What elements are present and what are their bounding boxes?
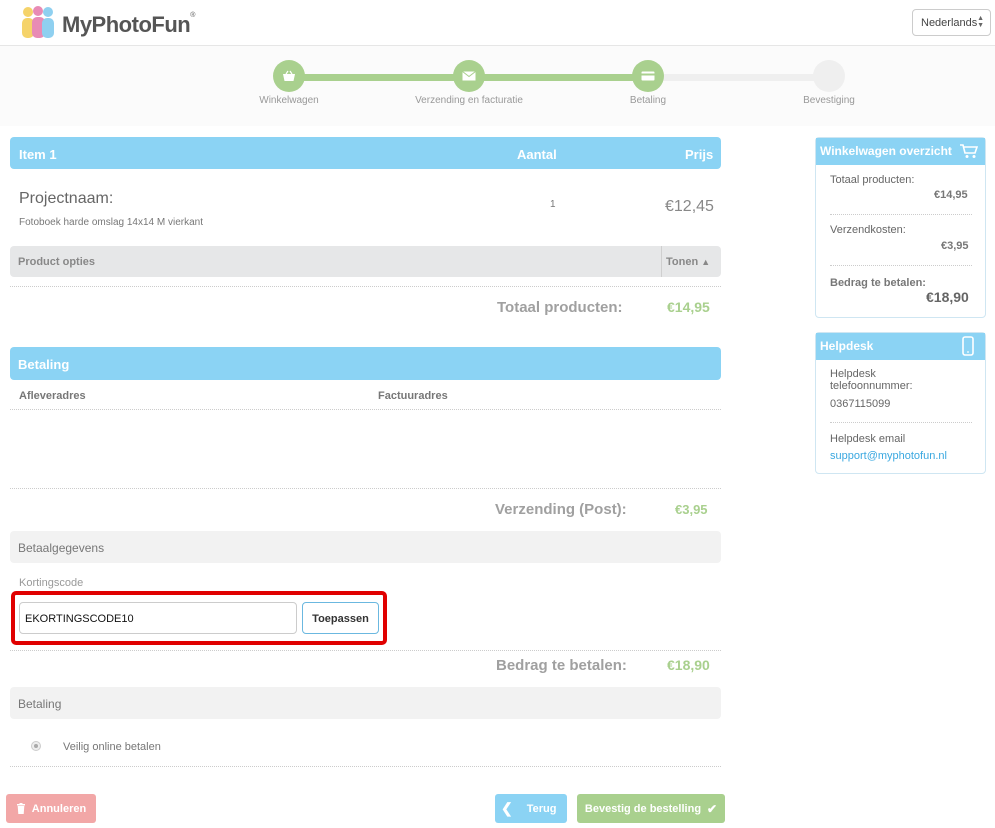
back-button[interactable]: ❮ Terug	[495, 794, 567, 823]
helpdesk-email-link[interactable]: support@myphotofun.nl	[830, 450, 947, 462]
mobile-phone-icon	[962, 336, 974, 356]
cart-qty-header: Aantal	[517, 147, 557, 162]
chevron-left-icon: ❮	[501, 800, 513, 816]
divider	[830, 422, 972, 423]
cart-overview-box: Winkelwagen overzicht Totaal producten: …	[815, 137, 986, 318]
coupon-code-input[interactable]: EKORTINGSCODE10	[19, 602, 297, 634]
cancel-button[interactable]: Annuleren	[6, 794, 96, 823]
product-quantity: 1	[550, 199, 556, 210]
sidebar-total-products-label: Totaal producten:	[830, 174, 915, 186]
progress-track-remaining	[650, 74, 830, 81]
helpdesk-header: Helpdesk	[816, 333, 985, 360]
back-label: Terug	[526, 802, 557, 815]
divider	[10, 650, 721, 651]
cart-header-bar: Item 1 Aantal Prijs	[10, 137, 721, 169]
sidebar-shipping-value: €3,95	[941, 240, 969, 252]
cart-item-header: Item 1	[19, 147, 57, 162]
divider	[830, 265, 972, 266]
cancel-label: Annuleren	[31, 802, 87, 815]
payment-details-bar: Betaalgegevens	[10, 531, 721, 563]
total-products-value: €14,95	[667, 299, 710, 315]
invoice-address-label: Factuuradres	[378, 390, 448, 402]
checkmark-icon: ✔	[707, 801, 718, 816]
cart-overview-title: Winkelwagen overzicht	[820, 144, 952, 158]
helpdesk-title: Helpdesk	[820, 339, 874, 353]
sidebar-amount-label: Bedrag te betalen:	[830, 277, 926, 289]
step-bevestiging-circle[interactable]	[813, 60, 845, 92]
online-payment-radio[interactable]	[31, 741, 41, 751]
options-divider	[661, 246, 662, 277]
payment-method-bar: Betaling	[10, 687, 721, 719]
step-winkelwagen-label: Winkelwagen	[259, 95, 319, 106]
step-bevestiging-label: Bevestiging	[803, 95, 855, 106]
project-name-label: Projectnaam:	[19, 190, 114, 207]
sidebar-amount-value: €18,90	[926, 289, 969, 305]
step-winkelwagen-circle[interactable]	[273, 60, 305, 92]
trash-icon	[16, 803, 25, 814]
payment-header-bar: Betaling	[10, 347, 721, 380]
shipping-value: €3,95	[675, 502, 708, 517]
helpdesk-box: Helpdesk Helpdesk telefoonnummer: 036711…	[815, 332, 986, 474]
radio-dot	[34, 744, 38, 748]
envelope-icon	[462, 71, 476, 81]
helpdesk-phone-label-line1: Helpdesk	[830, 368, 876, 380]
helpdesk-phone-label-line2: telefoonnummer:	[830, 380, 913, 392]
step-verzending-circle[interactable]	[453, 60, 485, 92]
credit-card-icon	[641, 71, 655, 81]
checkout-stepper: Winkelwagen Verzending en facturatie Bet…	[0, 46, 995, 126]
show-options-toggle[interactable]: Tonen ▲	[666, 256, 710, 268]
confirm-order-button[interactable]: Bevestig de bestelling ✔	[577, 794, 725, 823]
confirm-label: Bevestig de bestelling	[584, 802, 702, 815]
divider	[10, 766, 721, 767]
helpdesk-email-label: Helpdesk email	[830, 433, 906, 445]
divider	[10, 286, 721, 287]
logo-icon	[22, 6, 54, 38]
caret-up-icon: ▲	[701, 257, 711, 267]
language-select[interactable]: Nederlands ▲ ▼	[912, 9, 991, 36]
step-betaling-circle[interactable]	[632, 60, 664, 92]
divider	[830, 214, 972, 215]
cart-overview-header: Winkelwagen overzicht	[816, 138, 985, 165]
step-verzending-label: Verzending en facturatie	[415, 95, 523, 106]
step-betaling-label: Betaling	[629, 95, 667, 106]
online-payment-option-label: Veilig online betalen	[63, 741, 161, 753]
sidebar-total-products-value: €14,95	[934, 189, 968, 201]
divider	[10, 409, 721, 410]
amount-due-label: Bedrag te betalen:	[496, 657, 627, 674]
shipping-label: Verzending (Post):	[495, 501, 627, 518]
payment-details-label: Betaalgegevens	[18, 541, 105, 555]
amount-due-value: €18,90	[667, 657, 710, 673]
cart-price-header: Prijs	[685, 147, 714, 162]
divider	[10, 488, 721, 489]
apply-coupon-button[interactable]: Toepassen	[302, 602, 379, 634]
select-arrows-icon: ▲ ▼	[977, 15, 984, 29]
helpdesk-phone-number: 0367115099	[830, 398, 891, 410]
total-products-label: Totaal producten:	[497, 299, 623, 316]
product-options-bar[interactable]: Product opties Tonen ▲	[10, 246, 721, 277]
product-description: Fotoboek harde omslag 14x14 M vierkant	[19, 217, 203, 228]
top-header: MyPhotoFun® Nederlands ▲ ▼	[0, 0, 995, 46]
product-options-label: Product opties	[18, 256, 96, 268]
product-price: €12,45	[665, 198, 714, 215]
logo-text[interactable]: MyPhotoFun®	[62, 12, 195, 38]
coupon-label: Kortingscode	[19, 577, 84, 589]
basket-icon	[283, 70, 295, 81]
sidebar-shipping-label: Verzendkosten:	[830, 224, 906, 236]
payment-method-section-label: Betaling	[18, 697, 62, 711]
payment-header: Betaling	[18, 357, 70, 372]
delivery-address-label: Afleveradres	[19, 390, 86, 402]
shopping-cart-icon	[960, 144, 978, 158]
language-value: Nederlands	[921, 17, 978, 29]
